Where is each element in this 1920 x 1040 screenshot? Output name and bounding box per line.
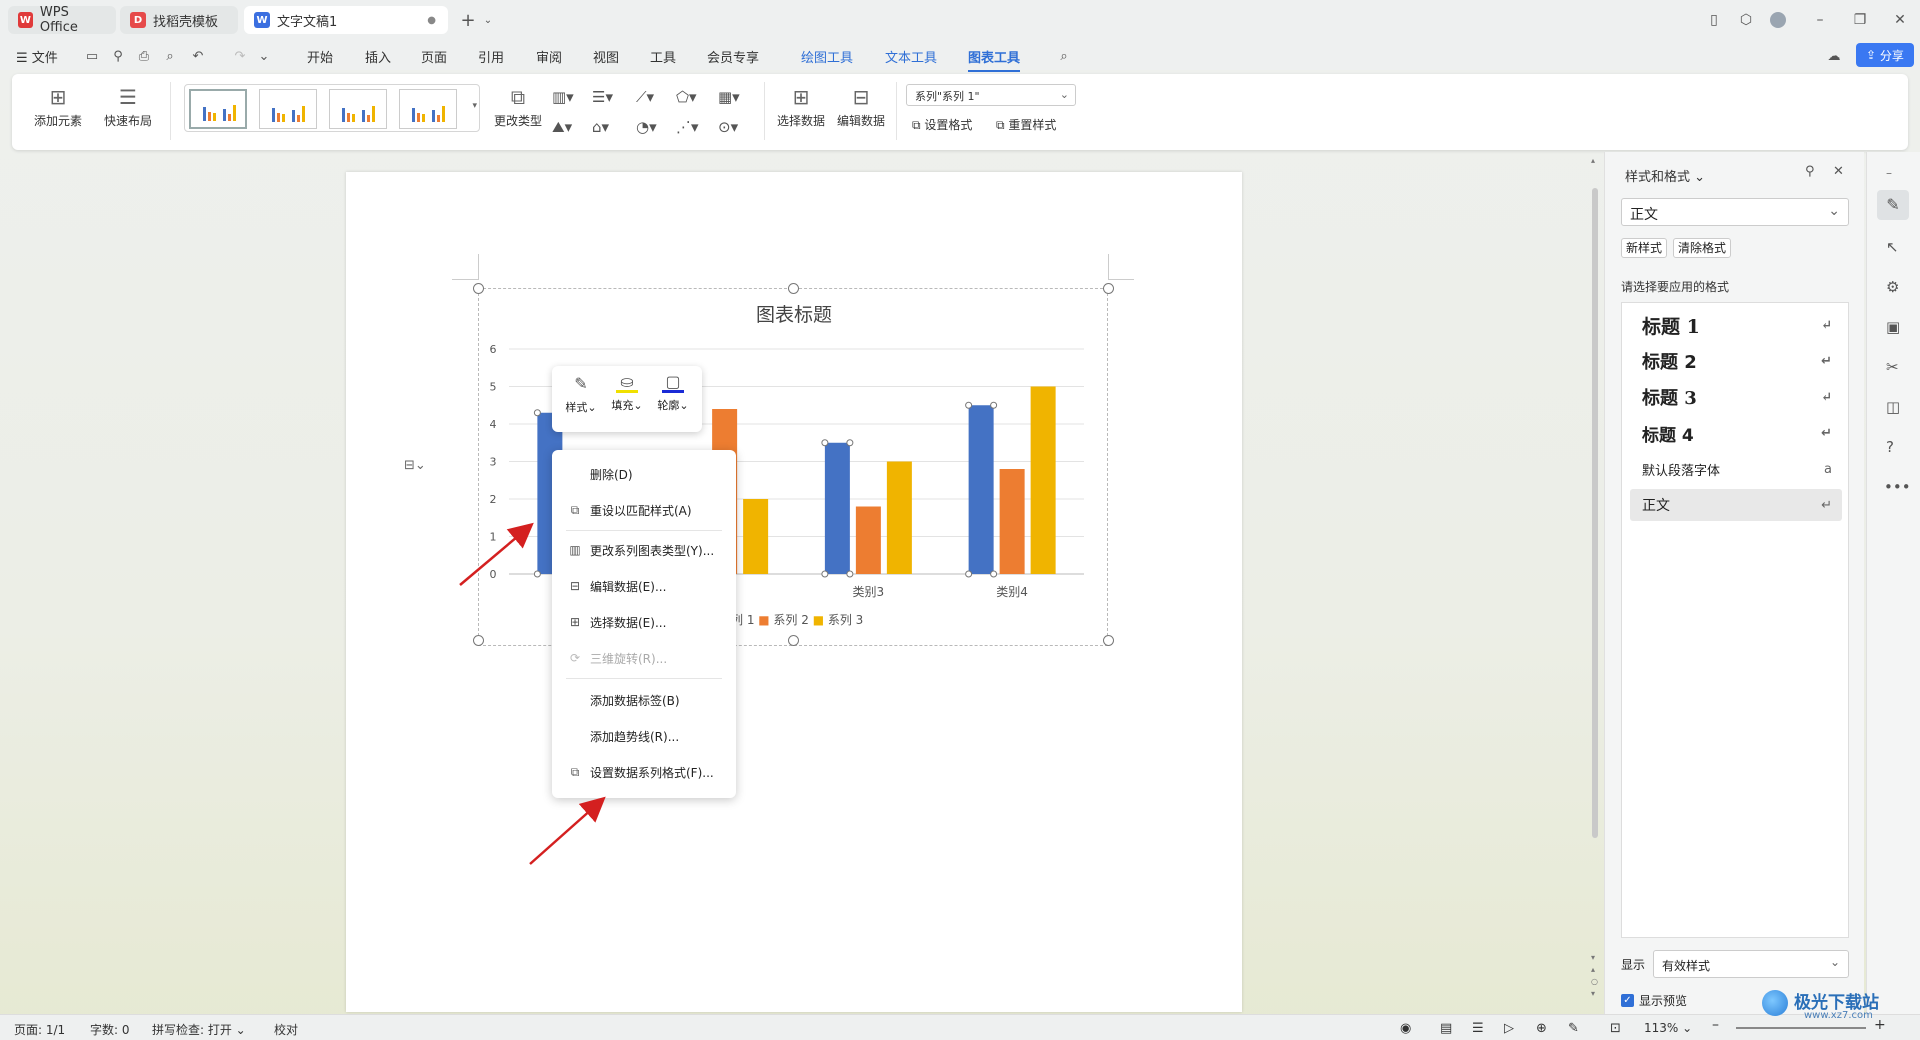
web-view-icon[interactable]: ⊕ — [1536, 1021, 1547, 1036]
style-default-paragraph-font[interactable]: 默认段落字体 a — [1630, 453, 1842, 485]
watermark: 极光下载站 www.xz7.com — [1762, 986, 1912, 1022]
watermark-url: www.xz7.com — [1804, 1010, 1873, 1021]
zoom-out-icon[interactable]: – — [1712, 1017, 1719, 1033]
return-icon: ↵ — [1821, 353, 1832, 369]
pen-icon[interactable]: ✎ — [1568, 1021, 1579, 1036]
page-nav-icons[interactable]: ▾ ▴ ○ ▾ — [1591, 952, 1598, 1000]
spell-check[interactable]: 拼写检查: 打开 ⌄ — [152, 1021, 246, 1038]
checkbox-checked-icon: ✓ — [1621, 994, 1634, 1007]
style-format-tool-icon[interactable]: ✎ — [1877, 190, 1909, 220]
show-filter-value: 有效样式 — [1662, 959, 1711, 973]
current-style-value: 正文 — [1630, 207, 1658, 223]
status-bar: 页面: 1/1 字数: 0 拼写检查: 打开 ⌄ 校对 ◉ ▤ ☰ ▷ ⊕ ✎ … — [0, 1014, 1920, 1040]
char-style-icon: a — [1824, 461, 1832, 477]
show-label: 显示 — [1621, 958, 1646, 972]
scroll-up-icon[interactable]: ▴ — [1591, 156, 1595, 165]
style-heading-1[interactable]: 标题 1 ↵ — [1630, 309, 1842, 341]
zoom-slider[interactable] — [1736, 1027, 1866, 1029]
book-icon[interactable]: ◫ — [1886, 398, 1900, 416]
scroll-thumb[interactable] — [1592, 188, 1598, 838]
style-heading-1-label: 标题 1 — [1642, 315, 1700, 338]
new-style-button[interactable]: 新样式 — [1621, 238, 1667, 258]
right-tool-strip: – ✎ ↖ ⚙ ▣ ✂ ◫ ? ••• — [1866, 152, 1920, 1014]
clear-format-button[interactable]: 清除格式 — [1673, 238, 1731, 258]
style-list: 标题 1 ↵ 标题 2 ↵ 标题 3 ↵ 标题 4 ↵ 默认段落字体 a 正文 ↵ — [1621, 302, 1849, 938]
watermark-logo-icon — [1762, 990, 1788, 1016]
chevron-down-icon: ⌄ — [1829, 955, 1840, 969]
tools-icon[interactable]: ✂ — [1886, 358, 1899, 376]
styles-panel: 样式和格式 ⌄ ⚲ ✕ 正文 ⌄ 新样式 清除格式 请选择要应用的格式 标题 1… — [1604, 152, 1864, 1014]
style-heading-3-label: 标题 3 — [1642, 388, 1697, 409]
return-icon: ↵ — [1821, 317, 1832, 333]
help-icon[interactable]: ? — [1886, 438, 1894, 456]
page-view-icon[interactable]: ▤ — [1440, 1021, 1452, 1036]
panel-title-label: 样式和格式 — [1625, 170, 1691, 185]
zoom-level-value: 113% — [1644, 1021, 1679, 1035]
page-count[interactable]: 页面: 1/1 — [14, 1021, 65, 1038]
fit-page-icon[interactable]: ⊡ — [1610, 1021, 1621, 1036]
style-heading-4[interactable]: 标题 4 ↵ — [1630, 417, 1842, 449]
eye-icon[interactable]: ◉ — [1400, 1021, 1411, 1036]
return-icon: ↵ — [1821, 389, 1832, 405]
word-count[interactable]: 字数: 0 — [90, 1021, 130, 1038]
style-default-font-label: 默认段落字体 — [1642, 463, 1721, 479]
play-icon[interactable]: ▷ — [1504, 1021, 1514, 1036]
style-heading-2[interactable]: 标题 2 ↵ — [1630, 345, 1842, 377]
outline-view-icon[interactable]: ☰ — [1472, 1021, 1484, 1036]
proofread[interactable]: 校对 — [274, 1021, 298, 1038]
panel-prompt: 请选择要应用的格式 — [1621, 280, 1730, 294]
pin-icon[interactable]: ⚲ — [1805, 164, 1815, 179]
show-preview-checkbox[interactable]: ✓ 显示预览 — [1621, 992, 1687, 1009]
adjust-sliders-icon[interactable]: ⚙ — [1886, 278, 1899, 296]
red-arrow-2 — [529, 796, 606, 865]
vertical-scrollbar[interactable]: ▴ ▾ ▴ ○ ▾ — [1588, 152, 1602, 1014]
clear-format-label: 清除格式 — [1677, 241, 1726, 255]
style-body-label: 正文 — [1642, 498, 1670, 514]
chevron-down-icon: ⌄ — [1828, 203, 1840, 219]
style-heading-4-label: 标题 4 — [1642, 425, 1694, 446]
edit-image-icon[interactable]: ▣ — [1886, 318, 1900, 336]
more-icon[interactable]: ••• — [1884, 478, 1911, 496]
style-heading-2-label: 标题 2 — [1642, 352, 1697, 373]
red-arrow-1 — [459, 522, 534, 586]
show-filter-select[interactable]: 有效样式 ⌄ — [1653, 950, 1849, 978]
zoom-level[interactable]: 113% ⌄ — [1644, 1021, 1692, 1035]
collapse-icon[interactable]: – — [1886, 166, 1892, 180]
style-heading-3[interactable]: 标题 3 ↵ — [1630, 381, 1842, 413]
select-pointer-icon[interactable]: ↖ — [1886, 238, 1899, 256]
style-body-text[interactable]: 正文 ↵ — [1630, 489, 1842, 521]
show-preview-label: 显示预览 — [1639, 994, 1688, 1008]
return-icon: ↵ — [1821, 497, 1832, 513]
return-icon: ↵ — [1821, 425, 1832, 441]
current-style-select[interactable]: 正文 ⌄ — [1621, 198, 1849, 226]
panel-title[interactable]: 样式和格式 ⌄ — [1625, 166, 1705, 185]
close-panel-icon[interactable]: ✕ — [1833, 164, 1844, 179]
new-style-label: 新样式 — [1625, 241, 1662, 255]
spell-check-label: 拼写检查: 打开 — [152, 1023, 232, 1037]
